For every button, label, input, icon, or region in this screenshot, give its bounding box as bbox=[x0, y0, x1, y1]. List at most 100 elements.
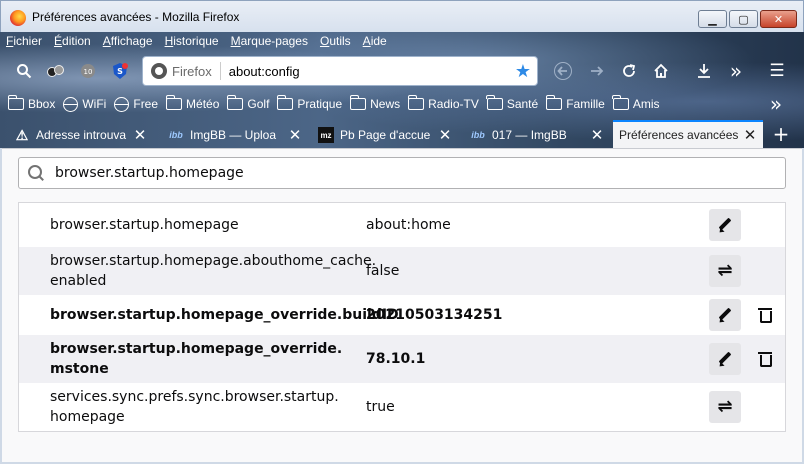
trash-icon bbox=[758, 352, 772, 367]
security-extension-icon[interactable]: S bbox=[110, 61, 130, 81]
delete-preference-button[interactable] bbox=[755, 343, 775, 375]
menu-item-fichier[interactable]: Fichier bbox=[0, 32, 48, 50]
bookmark-famille[interactable]: Famille bbox=[545, 95, 605, 111]
new-tab-button[interactable]: + bbox=[770, 122, 792, 146]
bookmark-bbox[interactable]: Bbox bbox=[7, 95, 56, 111]
preference-name: services.sync.prefs.sync.browser.startup… bbox=[50, 387, 360, 427]
bookmark-wifi[interactable]: WiFi bbox=[63, 96, 106, 112]
menu-bar: Fichier Édition Affichage Historique Marque-… bbox=[0, 32, 804, 50]
menu-item-aide[interactable]: Aide bbox=[357, 32, 393, 50]
overflow-menu-icon[interactable]: » bbox=[726, 59, 746, 83]
bookmark-label: Bbox bbox=[28, 97, 56, 111]
firefox-identity-icon[interactable] bbox=[151, 63, 167, 79]
bookmarks-overflow-icon[interactable]: » bbox=[766, 92, 786, 116]
svg-text:10: 10 bbox=[84, 68, 93, 76]
ublock-extension-icon[interactable]: 10 bbox=[78, 61, 98, 81]
imgbb-favicon-icon: ibb bbox=[471, 130, 485, 140]
menu-item-outils[interactable]: Outils bbox=[314, 32, 357, 50]
toggle-preference-button[interactable]: ⇌ bbox=[709, 391, 741, 423]
bookmark-meteo[interactable]: Météo bbox=[165, 95, 219, 111]
close-tab-icon[interactable]: ✕ bbox=[286, 126, 304, 144]
browser-chrome: Fichier Édition Affichage Historique Marque-… bbox=[0, 32, 804, 148]
preference-name-line: browser.startup.homepage.abouthome_cache… bbox=[50, 253, 377, 269]
menu-label-rest: ide bbox=[370, 34, 387, 48]
warning-icon: ⚠ bbox=[15, 126, 29, 143]
preference-name-line: services.sync.prefs.sync.browser.startup… bbox=[50, 389, 339, 405]
bookmark-amis[interactable]: Amis bbox=[612, 95, 660, 111]
delete-preference-button[interactable] bbox=[755, 299, 775, 331]
tab-5[interactable]: Préférences avancées ✕ bbox=[613, 120, 763, 148]
firefox-logo-icon bbox=[10, 10, 26, 26]
preference-row: browser.startup.homepage about:home bbox=[19, 203, 785, 247]
bookmark-sante[interactable]: Santé bbox=[486, 95, 539, 111]
preference-name: browser.startup.homepage_override. mstone bbox=[50, 339, 360, 379]
trash-icon bbox=[758, 308, 772, 323]
preference-search-box[interactable] bbox=[18, 157, 786, 189]
tab-4[interactable]: ibb 017 — ImgBB ✕ bbox=[464, 122, 610, 148]
preference-name-line: homepage bbox=[50, 409, 125, 425]
bookmark-news[interactable]: News bbox=[349, 95, 400, 111]
bookmarks-toolbar: Bbox WiFi Free Météo Golf Pratique News Radio-T… bbox=[0, 92, 804, 116]
downloads-icon[interactable] bbox=[694, 61, 714, 81]
preference-name: browser.startup.homepage bbox=[50, 217, 239, 233]
close-tab-icon[interactable]: ✕ bbox=[588, 126, 606, 144]
bookmark-golf[interactable]: Golf bbox=[226, 95, 270, 111]
menu-item-affichage[interactable]: Affichage bbox=[97, 32, 159, 50]
pencil-icon bbox=[718, 352, 732, 366]
preference-name-line: mstone bbox=[50, 361, 109, 377]
bookmark-free[interactable]: Free bbox=[114, 96, 158, 112]
preference-search-input[interactable] bbox=[55, 165, 755, 181]
toggle-arrows-icon: ⇌ bbox=[717, 260, 733, 281]
maximize-button[interactable]: ▢ bbox=[729, 10, 758, 28]
bookmark-label: Famille bbox=[566, 97, 605, 111]
folder-icon bbox=[7, 95, 24, 110]
menu-accesskey: H bbox=[164, 34, 174, 48]
close-tab-icon[interactable]: ✕ bbox=[741, 126, 759, 144]
site-favicon-icon: mz bbox=[318, 127, 334, 143]
reload-icon[interactable] bbox=[619, 61, 639, 81]
bookmark-label: Golf bbox=[247, 97, 270, 111]
imgbb-favicon-icon: ibb bbox=[169, 130, 183, 140]
tab-1[interactable]: ⚠ Adresse introuva ✕ bbox=[8, 122, 153, 148]
search-icon[interactable] bbox=[14, 61, 34, 81]
preference-row: browser.startup.homepage_override.buildI… bbox=[19, 295, 785, 335]
preference-value: 78.10.1 bbox=[366, 351, 426, 367]
globe-icon bbox=[63, 96, 79, 112]
bookmark-radio-tv[interactable]: Radio-TV bbox=[407, 95, 479, 111]
address-bar[interactable]: Firefox about:config ★ bbox=[142, 56, 538, 86]
edit-preference-button[interactable] bbox=[709, 209, 741, 241]
tab-label: 017 — ImgBB bbox=[492, 128, 567, 142]
bookmark-star-icon[interactable]: ★ bbox=[515, 61, 531, 82]
bookmark-label: Pratique bbox=[297, 97, 343, 111]
back-arrow-icon[interactable] bbox=[553, 61, 573, 81]
menu-item-historique[interactable]: Historique bbox=[159, 32, 225, 50]
bookmark-pratique[interactable]: Pratique bbox=[276, 95, 343, 111]
menu-item-marque-pages[interactable]: Marque-pages bbox=[225, 32, 314, 50]
forward-arrow-icon[interactable] bbox=[587, 61, 607, 81]
tab-2[interactable]: ibb ImgBB — Uploa ✕ bbox=[162, 122, 308, 148]
toggle-preference-button[interactable]: ⇌ bbox=[709, 255, 741, 287]
menu-label-rest: ichier bbox=[13, 34, 43, 48]
bookmark-label: Santé bbox=[506, 97, 539, 111]
bookmark-label: Amis bbox=[632, 97, 660, 111]
menu-label-rest: istorique bbox=[173, 34, 219, 48]
menu-accesskey: A bbox=[362, 34, 371, 48]
close-tab-icon[interactable]: ✕ bbox=[131, 126, 149, 144]
close-window-button[interactable]: ✕ bbox=[760, 10, 797, 28]
edit-preference-button[interactable] bbox=[709, 299, 741, 331]
minimize-button[interactable]: ▁ bbox=[698, 10, 727, 28]
menu-item-edition[interactable]: Édition bbox=[48, 32, 97, 50]
hamburger-menu-icon[interactable]: ☰ bbox=[767, 61, 787, 81]
svg-text:S: S bbox=[117, 67, 123, 76]
extension-spheres-icon[interactable] bbox=[46, 61, 66, 81]
folder-icon bbox=[407, 95, 425, 110]
folder-icon bbox=[612, 95, 629, 110]
tab-3[interactable]: mz Pb Page d'accue ✕ bbox=[312, 122, 458, 148]
pencil-icon bbox=[718, 218, 732, 232]
home-icon[interactable] bbox=[651, 61, 671, 81]
edit-preference-button[interactable] bbox=[709, 343, 741, 375]
address-bar-url[interactable]: about:config bbox=[229, 64, 300, 79]
about-config-page: browser.startup.homepageabout:homebrowse… bbox=[2, 148, 802, 462]
close-tab-icon[interactable]: ✕ bbox=[436, 126, 454, 144]
menu-accesskey: É bbox=[54, 34, 63, 48]
